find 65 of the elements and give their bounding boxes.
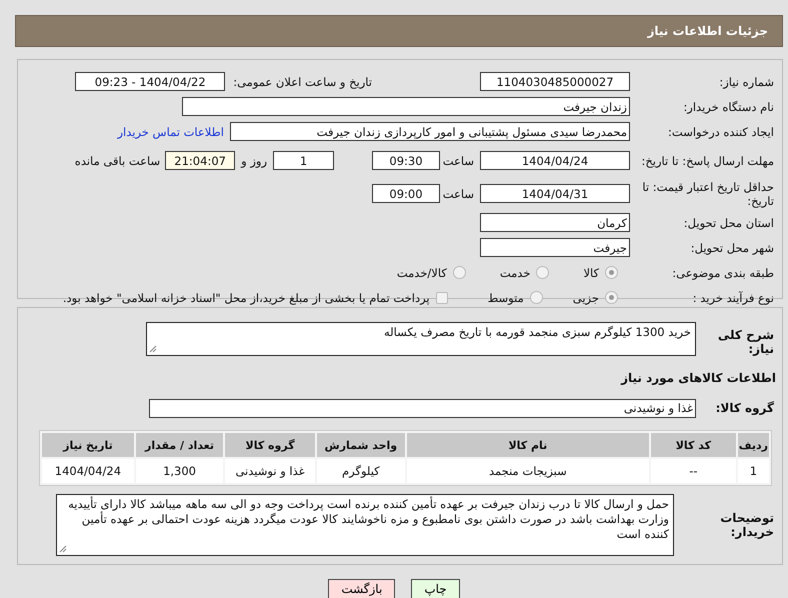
radio-label: جزیی [572, 290, 599, 304]
field-label: ایجاد کننده درخواست: [667, 124, 775, 138]
city-field: جیرفت [480, 238, 630, 257]
radio-button[interactable] [530, 291, 543, 304]
field-label: حداقل تاریخ اعتبار قیمت: تا تاریخ: [641, 180, 775, 208]
checkbox-label: پرداخت تمام یا بخشی از مبلغ خرید،از محل "اسناد خزانه اسلامی" خواهد بود. [62, 290, 430, 304]
radio-button[interactable] [605, 291, 618, 304]
buyer-notes-field: حمل و ارسال کالا تا درب زندان جیرفت بر عهده تأمین کننده برنده است پرداخت وجه دو الی سه ماهه میباشد کالا دارای تأییدیه وزارت بهداشت باشد در صورت داشتن بوی نامطبوع و مزه ناخوشایند کالا عودت میگردد هزینه عودت احتمالی بر عهده تأمین کننده است [56, 494, 674, 556]
page-title: جزئیات اطلاعات نیاز [15, 15, 783, 47]
table-cell: -- [650, 459, 736, 483]
field-label: ساعت [442, 154, 474, 168]
print-button[interactable]: چاپ [411, 579, 460, 598]
section-heading: اطلاعات کالاهای مورد نیاز [621, 371, 776, 385]
column-header: تاریخ نیاز [42, 433, 134, 457]
goods-group-field: غذا و نوشیدنی [149, 398, 696, 418]
radio-button[interactable] [536, 266, 550, 279]
creator-field: محمدرضا سیدی مسئول پشتیبانی و امور کارپردازی زندان جیرفت [230, 122, 630, 141]
field-label: شماره نیاز: [718, 74, 775, 88]
radio-button[interactable] [452, 266, 466, 279]
back-button[interactable]: بازگشت [328, 579, 396, 598]
field-label: روز و [241, 154, 267, 168]
field-label: استان محل تحویل: [682, 216, 775, 230]
validity-date-field: 1404/04/31 [480, 184, 630, 203]
field-label: شرح کلی نیاز: [716, 327, 775, 356]
table-cell: 1,300 [136, 459, 224, 483]
column-header: کد کالا [650, 433, 736, 457]
need-number-field: 1104030485000027 [480, 72, 630, 91]
field-label: ساعت باقی مانده [74, 154, 160, 168]
column-header: واحد شمارش [316, 433, 405, 457]
field-label: تاریخ و ساعت اعلان عمومی: [233, 74, 372, 88]
table-cell: کیلوگرم [316, 459, 405, 483]
field-label: طبقه بندی موضوعی: [671, 266, 775, 280]
days-field: 1 [273, 151, 334, 170]
field-label: ساعت [442, 186, 474, 200]
description-field: خرید 1300 کیلوگرم سبزی منجمد قورمه با تاریخ مصرف یکساله [146, 322, 696, 356]
deadline-time-field: 09:30 [372, 151, 440, 170]
buyer-contact-link[interactable]: اطلاعات تماس خریدار [117, 124, 224, 138]
remaining-time-field: 21:04:07 [165, 151, 236, 170]
field-label: نام دستگاه خریدار: [682, 100, 775, 114]
column-header: تعداد / مقدار [136, 433, 224, 457]
validity-time-field: 09:00 [372, 184, 440, 203]
table-cell: 1404/04/24 [42, 459, 134, 483]
column-header: نام کالا [406, 433, 649, 457]
deadline-date-field: 1404/04/24 [480, 151, 630, 170]
buyer-name-field: زندان جیرفت [182, 97, 630, 116]
table-cell: سبزیجات منجمد [406, 459, 649, 483]
field-label: مهلت ارسال پاسخ: تا تاریخ: [640, 154, 775, 168]
field-label: گروه کالا: [714, 401, 775, 415]
field-label: شهر محل تحویل: [690, 240, 775, 254]
column-header: ردیف [738, 433, 769, 457]
radio-label: کالا/خدمت [396, 266, 447, 280]
radio-button[interactable] [605, 266, 618, 279]
radio-label: متوسط [488, 290, 524, 304]
announce-date-field: 1404/04/22 - 09:23 [75, 72, 226, 91]
resize-grip-icon[interactable] [59, 545, 67, 553]
column-header: گروه کالا [225, 433, 315, 457]
checkbox[interactable] [436, 292, 448, 304]
table-cell: غذا و نوشیدنی [225, 459, 315, 483]
table-cell: 1 [738, 459, 769, 483]
province-field: کرمان [480, 213, 630, 232]
field-label: توضیحات خریدار: [719, 511, 775, 539]
radio-label: کالا [583, 266, 599, 280]
resize-grip-icon[interactable] [149, 345, 157, 353]
field-label: نوع فرآیند خرید : [692, 290, 775, 304]
radio-label: خدمت [500, 266, 530, 280]
